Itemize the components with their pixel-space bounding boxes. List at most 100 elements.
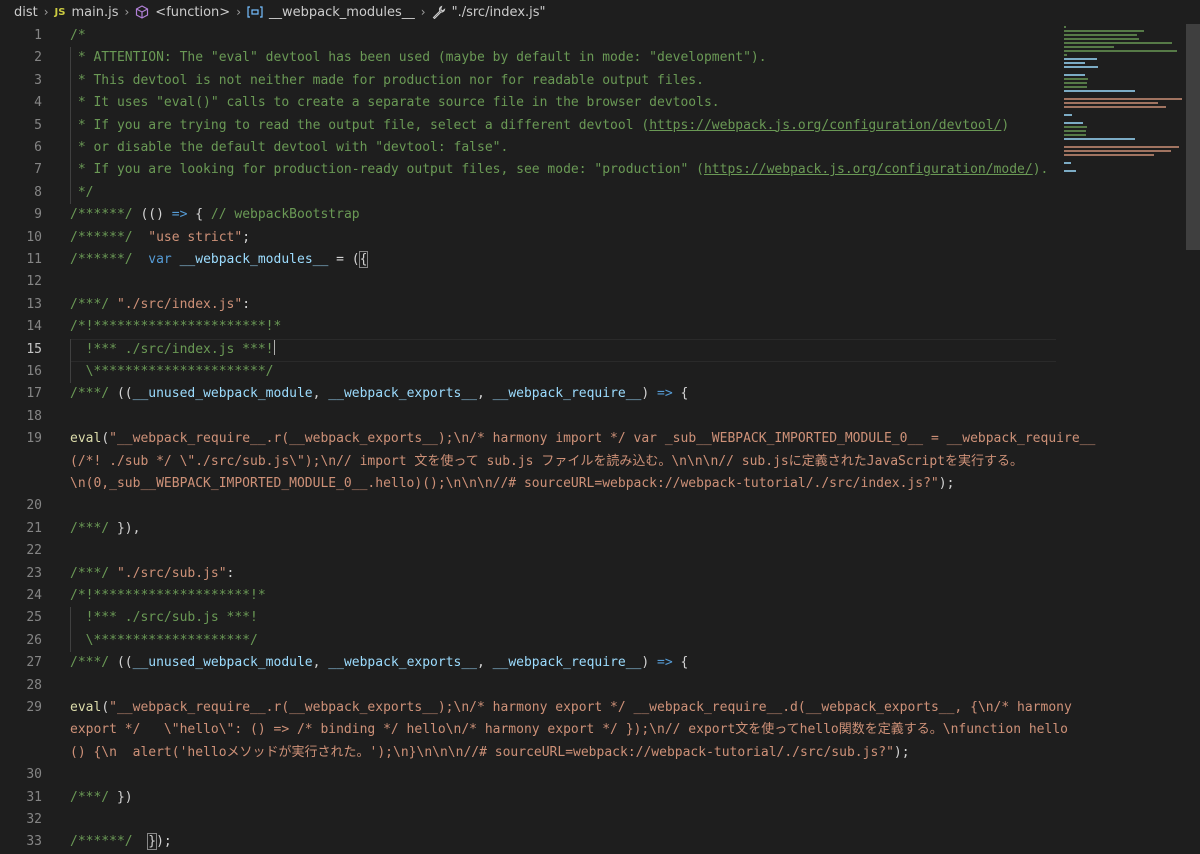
minimap-line (1064, 114, 1073, 116)
line-number: 1 (34, 28, 42, 43)
minimap-line (1064, 82, 1088, 84)
line-number: 22 (26, 543, 42, 559)
line-number: 31 (26, 789, 42, 805)
chevron-right-icon: › (43, 5, 49, 19)
line-number: 7 (34, 162, 42, 178)
chevron-right-icon: › (420, 5, 426, 19)
indent-guide (70, 338, 71, 384)
breadcrumb-function-label: <function> (155, 4, 231, 20)
minimap-line (1064, 86, 1088, 88)
breadcrumb: dist › JS main.js › <function> › __webpa… (0, 0, 1200, 24)
code-line[interactable]: export */ \"hello\": () => /* binding */… (70, 719, 1068, 741)
minimap-line (1064, 78, 1089, 80)
breadcrumb-folder-label: dist (14, 4, 38, 20)
code-line[interactable]: /* (70, 25, 1060, 47)
minimap-line (1064, 50, 1177, 52)
minimap-line (1064, 98, 1182, 100)
code-line[interactable]: /******/ (() => { // webpackBootstrap (70, 204, 1060, 226)
breadcrumb-variable[interactable]: __webpack_modules__ (247, 5, 415, 20)
minimap-line (1064, 150, 1172, 152)
line-number: 18 (26, 408, 42, 424)
breadcrumb-function[interactable]: <function> (135, 5, 230, 20)
line-number: 19 (26, 431, 42, 447)
line-number: 32 (26, 812, 42, 827)
minimap-line (1064, 62, 1085, 64)
code-line[interactable]: /***/ "./src/index.js": (70, 294, 1060, 316)
line-number: 13 (26, 296, 42, 312)
minimap-line (1064, 42, 1172, 44)
minimap-line (1064, 90, 1136, 92)
code-line[interactable]: * It uses "eval()" calls to create a sep… (70, 92, 1060, 114)
breadcrumb-file[interactable]: JS main.js (55, 5, 119, 20)
minimap-line (1064, 154, 1154, 156)
indent-guide (70, 47, 71, 205)
code-line[interactable]: !*** ./src/sub.js ***! (70, 607, 1060, 629)
scrollbar-thumb[interactable] (1186, 24, 1200, 250)
code-line[interactable]: /******/ }); (70, 831, 1060, 853)
line-number: 11 (26, 252, 42, 267)
breadcrumb-file-label: main.js (71, 4, 119, 20)
line-number: 12 (26, 274, 42, 290)
line-number: 17 (26, 386, 42, 402)
minimap-line (1064, 34, 1137, 36)
code-line[interactable]: () {\n alert('helloメソッドが実行された。');\n}\n\n… (70, 742, 1060, 764)
line-number: 2 (34, 50, 42, 66)
code-line[interactable]: \n(0,_sub__WEBPACK_IMPORTED_MODULE_0__.h… (70, 473, 1060, 495)
code-line[interactable]: \**********************/ (70, 361, 1060, 383)
line-number: 24 (26, 588, 42, 603)
code-line[interactable]: * If you are looking for production-read… (70, 159, 1060, 181)
minimap-line (1064, 58, 1098, 60)
line-number: 10 (26, 229, 42, 245)
minimap[interactable] (1062, 24, 1184, 229)
line-number: 28 (26, 677, 42, 693)
line-number: 3 (34, 72, 42, 88)
line-number: 4 (34, 95, 42, 111)
code-line[interactable]: * ATTENTION: The "eval" devtool has been… (70, 47, 1060, 69)
breadcrumb-folder[interactable]: dist (14, 5, 38, 20)
code-line[interactable]: \********************/ (70, 630, 1060, 652)
minimap-line (1064, 130, 1086, 132)
code-line[interactable]: /******/ var __webpack_modules__ = ({ (70, 249, 1060, 271)
minimap-line (1064, 170, 1076, 172)
wrench-icon (432, 5, 446, 19)
code-editor[interactable]: 1 /* 2 * ATTENTION: The "eval" devtool has… (0, 24, 1200, 853)
line-number: 15 (26, 341, 42, 357)
minimap-line (1064, 102, 1158, 104)
code-lines[interactable]: 1 /* 2 * ATTENTION: The "eval" devtool has… (0, 24, 1095, 853)
javascript-file-icon: JS (54, 6, 66, 18)
code-line[interactable]: /******/ "use strict"; (70, 227, 1060, 249)
text-cursor (273, 339, 275, 355)
code-line[interactable]: /***/ "./src/sub.js": (70, 563, 1060, 585)
code-line[interactable]: /*!**********************!* (70, 316, 1060, 338)
minimap-line (1064, 138, 1136, 140)
minimap-line (1064, 134, 1086, 136)
line-number: 27 (26, 655, 42, 671)
code-line[interactable]: * This devtool is not neither made for p… (70, 70, 1060, 92)
line-number: 30 (26, 767, 42, 783)
code-line[interactable]: /*!********************!* (70, 585, 1060, 607)
code-line[interactable]: */ (70, 182, 1060, 204)
breadcrumb-module[interactable]: "./src/index.js" (432, 5, 546, 20)
code-line[interactable]: (/*! ./sub */ \"./src/sub.js\");\n// imp… (70, 451, 1060, 473)
code-line[interactable]: !*** ./src/index.js ***! (70, 339, 1060, 361)
line-number: 21 (26, 520, 42, 536)
code-line[interactable]: * or disable the default devtool with "d… (70, 137, 1060, 159)
code-line[interactable]: eval("__webpack_require__.r(__webpack_ex… (70, 428, 1095, 450)
minimap-line (1064, 146, 1180, 148)
code-line[interactable]: /***/ ((__unused_webpack_module, __webpa… (70, 383, 1060, 405)
minimap-line (1064, 74, 1085, 76)
code-line[interactable]: /***/ }) (70, 787, 1060, 809)
line-number: 20 (26, 498, 42, 514)
code-line[interactable]: eval("__webpack_require__.r(__webpack_ex… (70, 697, 1072, 719)
line-number: 26 (26, 632, 42, 648)
minimap-line (1064, 38, 1139, 40)
line-number: 14 (26, 319, 42, 335)
indent-guide (70, 607, 71, 653)
minimap-line (1064, 106, 1166, 108)
minimap-line (1064, 30, 1145, 32)
variable-icon (247, 5, 263, 19)
code-line[interactable]: * If you are trying to read the output f… (70, 115, 1060, 137)
code-line[interactable]: /***/ }), (70, 518, 1060, 540)
code-line[interactable]: /***/ ((__unused_webpack_module, __webpa… (70, 652, 1060, 674)
line-number: 25 (26, 610, 42, 626)
